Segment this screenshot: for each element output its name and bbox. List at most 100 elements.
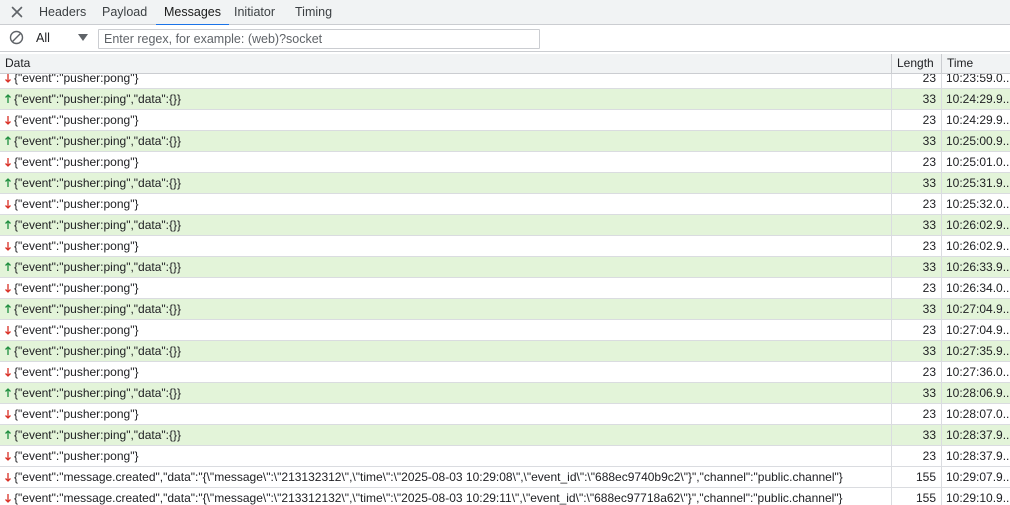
message-length-cell: 33 — [891, 383, 941, 403]
message-time-cell: 10:24:29.9... — [941, 110, 1010, 130]
message-row[interactable]: {"event":"pusher:pong"} 23 10:25:32.0... — [0, 194, 1010, 215]
message-filter-bar: All — [0, 25, 1010, 52]
message-time-cell: 10:29:07.9... — [941, 467, 1010, 487]
message-time-cell: 10:25:00.9... — [941, 131, 1010, 151]
column-header-time[interactable]: Time — [941, 54, 1010, 74]
message-length-cell: 155 — [891, 488, 941, 505]
column-header-length[interactable]: Length — [891, 54, 941, 74]
block-icon — [9, 30, 24, 45]
message-data-cell: {"event":"pusher:ping","data":{}} — [0, 341, 891, 361]
message-text: {"event":"pusher:ping","data":{}} — [14, 134, 182, 148]
arrow-down-icon — [5, 473, 11, 482]
message-row[interactable]: {"event":"pusher:ping","data":{}} 33 10:24… — [0, 89, 1010, 110]
message-time-cell: 10:27:35.9... — [941, 341, 1010, 361]
message-row[interactable]: {"event":"pusher:ping","data":{}} 33 10:26… — [0, 257, 1010, 278]
message-length-cell: 23 — [891, 152, 941, 172]
message-data-cell: {"event":"pusher:pong"} — [0, 446, 891, 466]
message-row[interactable]: {"event":"pusher:pong"} 23 10:26:02.9... — [0, 236, 1010, 257]
message-type-select[interactable]: All — [30, 28, 92, 48]
message-text: {"event":"message.created","data":"{\"me… — [14, 491, 843, 505]
close-icon — [11, 6, 23, 18]
message-text: {"event":"pusher:ping","data":{}} — [14, 344, 182, 358]
arrow-down-icon — [5, 158, 11, 167]
message-row[interactable]: {"event":"message.created","data":"{\"me… — [0, 488, 1010, 505]
message-row[interactable]: {"event":"pusher:ping","data":{}} 33 10:28… — [0, 425, 1010, 446]
message-data-cell: {"event":"pusher:pong"} — [0, 194, 891, 214]
message-time-cell: 10:27:04.9... — [941, 299, 1010, 319]
message-row[interactable]: {"event":"pusher:ping","data":{}} 33 10:25… — [0, 173, 1010, 194]
tab-timing[interactable]: Timing — [295, 0, 332, 25]
tab-headers[interactable]: Headers — [39, 0, 86, 25]
tab-messages[interactable]: Messages — [156, 0, 229, 26]
message-row[interactable]: {"event":"pusher:pong"} 23 10:26:34.0... — [0, 278, 1010, 299]
message-time-cell: 10:26:02.9... — [941, 236, 1010, 256]
message-time-cell: 10:28:37.9... — [941, 425, 1010, 445]
arrow-up-icon — [5, 94, 11, 103]
message-data-cell: {"event":"pusher:ping","data":{}} — [0, 425, 891, 445]
tab-payload[interactable]: Payload — [102, 0, 147, 25]
arrow-up-icon — [5, 304, 11, 313]
message-text: {"event":"pusher:pong"} — [14, 281, 139, 295]
message-time-cell: 10:28:07.0... — [941, 404, 1010, 424]
message-length-cell: 23 — [891, 236, 941, 256]
arrow-down-icon — [5, 452, 11, 461]
message-time-cell: 10:27:04.9... — [941, 320, 1010, 340]
message-text: {"event":"pusher:pong"} — [14, 365, 139, 379]
message-text: {"event":"pusher:ping","data":{}} — [14, 428, 182, 442]
arrow-down-icon — [5, 368, 11, 377]
message-text: {"event":"pusher:pong"} — [14, 407, 139, 421]
regex-filter-input[interactable] — [98, 29, 540, 49]
clear-messages-button[interactable] — [9, 30, 24, 45]
message-data-cell: {"event":"pusher:ping","data":{}} — [0, 383, 891, 403]
message-text: {"event":"pusher:ping","data":{}} — [14, 176, 182, 190]
message-type-value: All — [36, 31, 50, 45]
close-button[interactable] — [9, 4, 25, 20]
message-time-cell: 10:28:06.9... — [941, 383, 1010, 403]
arrow-down-icon — [5, 326, 11, 335]
devtools-tab-bar: Headers Payload Messages Initiator Timin… — [0, 0, 1010, 26]
message-data-cell: {"event":"pusher:pong"} — [0, 362, 891, 382]
message-row[interactable]: {"event":"pusher:ping","data":{}} 33 10:28… — [0, 383, 1010, 404]
tab-initiator[interactable]: Initiator — [234, 0, 275, 25]
message-row[interactable]: {"event":"message.created","data":"{\"me… — [0, 467, 1010, 488]
message-time-cell: 10:29:10.9... — [941, 488, 1010, 505]
message-time-cell: 10:26:33.9... — [941, 257, 1010, 277]
message-row[interactable]: {"event":"pusher:ping","data":{}} 33 10:27… — [0, 341, 1010, 362]
message-length-cell: 33 — [891, 215, 941, 235]
message-row[interactable]: {"event":"pusher:ping","data":{}} 33 10:27… — [0, 299, 1010, 320]
message-data-cell: {"event":"pusher:ping","data":{}} — [0, 299, 891, 319]
arrow-down-icon — [5, 74, 11, 83]
message-row[interactable]: {"event":"pusher:pong"} 23 10:28:07.0... — [0, 404, 1010, 425]
message-data-cell: {"event":"pusher:ping","data":{}} — [0, 89, 891, 109]
message-data-cell: {"event":"pusher:pong"} — [0, 404, 891, 424]
message-length-cell: 155 — [891, 467, 941, 487]
arrow-down-icon — [5, 410, 11, 419]
arrow-up-icon — [5, 430, 11, 439]
message-row[interactable]: {"event":"pusher:ping","data":{}} 33 10:25… — [0, 131, 1010, 152]
column-header-data[interactable]: Data — [0, 54, 891, 74]
message-length-cell: 23 — [891, 110, 941, 130]
message-length-cell: 23 — [891, 404, 941, 424]
messages-list: {"event":"pusher:pong"} 23 10:23:59.0... {"… — [0, 68, 1010, 505]
message-data-cell: {"event":"pusher:ping","data":{}} — [0, 131, 891, 151]
message-length-cell: 33 — [891, 257, 941, 277]
message-text: {"event":"message.created","data":"{\"me… — [14, 470, 843, 484]
message-row[interactable]: {"event":"pusher:pong"} 23 10:28:37.9... — [0, 446, 1010, 467]
arrow-down-icon — [5, 200, 11, 209]
message-row[interactable]: {"event":"pusher:pong"} 23 10:24:29.9... — [0, 110, 1010, 131]
message-text: {"event":"pusher:pong"} — [14, 449, 139, 463]
message-length-cell: 23 — [891, 446, 941, 466]
message-time-cell: 10:28:37.9... — [941, 446, 1010, 466]
messages-grid: {"event":"pusher:pong"} 23 10:23:59.0... {"… — [0, 54, 1010, 505]
message-row[interactable]: {"event":"pusher:pong"} 23 10:27:36.0... — [0, 362, 1010, 383]
message-data-cell: {"event":"pusher:ping","data":{}} — [0, 173, 891, 193]
grid-header: Data Length Time — [0, 54, 1010, 74]
message-row[interactable]: {"event":"pusher:ping","data":{}} 33 10:26… — [0, 215, 1010, 236]
arrow-up-icon — [5, 262, 11, 271]
message-text: {"event":"pusher:ping","data":{}} — [14, 260, 182, 274]
message-row[interactable]: {"event":"pusher:pong"} 23 10:25:01.0... — [0, 152, 1010, 173]
arrow-down-icon — [5, 494, 11, 503]
message-text: {"event":"pusher:pong"} — [14, 239, 139, 253]
message-time-cell: 10:27:36.0... — [941, 362, 1010, 382]
message-row[interactable]: {"event":"pusher:pong"} 23 10:27:04.9... — [0, 320, 1010, 341]
